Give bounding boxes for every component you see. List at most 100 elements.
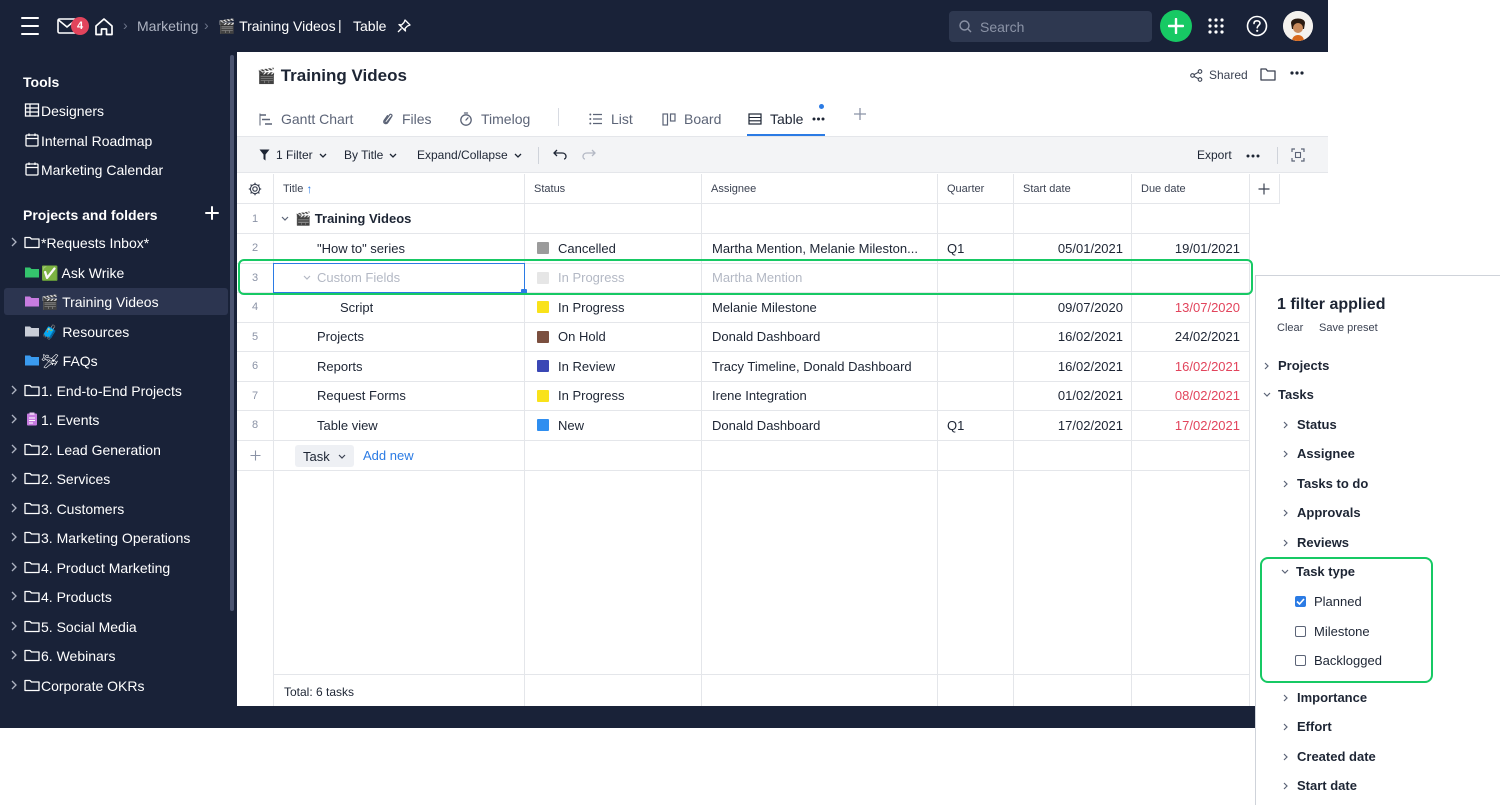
status-cell[interactable]: In Review xyxy=(537,352,615,381)
due-date-cell[interactable]: 17/02/2021 xyxy=(1131,411,1240,440)
tab-list[interactable]: List xyxy=(589,104,633,134)
filter-effort[interactable]: Effort xyxy=(1283,719,1332,734)
chevron-right-icon[interactable] xyxy=(10,503,18,513)
due-date-cell[interactable]: 24/02/2021 xyxy=(1131,322,1240,351)
chevron-right-icon[interactable] xyxy=(10,385,18,395)
start-date-cell[interactable]: 16/02/2021 xyxy=(1013,352,1123,381)
item-type-dropdown[interactable]: Task xyxy=(295,445,354,467)
filter-button[interactable]: 1 Filter xyxy=(259,148,327,162)
clear-filter-button[interactable]: Clear xyxy=(1277,322,1303,334)
filter-start-date[interactable]: Start date xyxy=(1283,778,1357,793)
quarter-cell[interactable]: Q1 xyxy=(947,411,964,440)
assignee-cell[interactable]: Donald Dashboard xyxy=(712,411,932,440)
add-project-icon[interactable] xyxy=(205,206,219,220)
table-settings-header[interactable] xyxy=(237,174,273,204)
add-button[interactable] xyxy=(1160,10,1192,42)
due-date-cell[interactable] xyxy=(1131,204,1240,233)
chevron-right-icon[interactable] xyxy=(10,237,18,247)
task-title[interactable]: Table view xyxy=(317,411,378,440)
shared-button[interactable]: Shared xyxy=(1190,68,1248,82)
tab-files[interactable]: Files xyxy=(382,104,432,134)
tab-board[interactable]: Board xyxy=(662,104,721,134)
assignee-cell[interactable] xyxy=(712,204,932,233)
sidebar-tool-designers[interactable]: Designers xyxy=(4,97,228,124)
apps-grid-icon[interactable] xyxy=(1206,16,1226,36)
chevron-right-icon[interactable] xyxy=(10,650,18,660)
sidebar-item-6-webinars[interactable]: 6. Webinars xyxy=(4,642,228,669)
breadcrumb-training-videos[interactable]: 🎬 Training Videos xyxy=(218,18,336,35)
search-box[interactable] xyxy=(949,11,1152,42)
sidebar-item-2-lead-generation[interactable]: 2. Lead Generation xyxy=(4,436,228,463)
chevron-right-icon[interactable] xyxy=(10,444,18,454)
sidebar-item-faqs[interactable]: 🛩 FAQs xyxy=(4,347,228,374)
breadcrumb-table[interactable]: Table xyxy=(353,18,386,34)
chevron-right-icon[interactable] xyxy=(10,473,18,483)
menu-icon[interactable] xyxy=(20,17,40,35)
table-row[interactable]: 8 Table view New Donald Dashboard Q1 17/02/20… xyxy=(237,411,1250,441)
sort-button[interactable]: By Title xyxy=(344,148,397,162)
add-view-icon[interactable] xyxy=(853,107,867,121)
sidebar-item-resources[interactable]: 🧳 Resources xyxy=(4,318,228,345)
chevron-right-icon[interactable] xyxy=(10,621,18,631)
start-date-cell[interactable]: 16/02/2021 xyxy=(1013,322,1123,351)
filter-created-date[interactable]: Created date xyxy=(1283,749,1376,764)
chevron-down-icon[interactable] xyxy=(281,216,289,221)
start-date-cell[interactable]: 17/02/2021 xyxy=(1013,411,1123,440)
chevron-right-icon[interactable] xyxy=(10,591,18,601)
start-date-cell[interactable]: 09/07/2020 xyxy=(1013,293,1123,322)
sidebar-tool-marketing-calendar[interactable]: Marketing Calendar xyxy=(4,156,228,183)
page-title[interactable]: Training Videos xyxy=(281,66,407,86)
undo-icon[interactable] xyxy=(553,149,567,160)
export-button[interactable]: Export xyxy=(1197,148,1232,162)
start-date-cell[interactable]: 01/02/2021 xyxy=(1013,381,1123,410)
more-options-icon[interactable] xyxy=(1290,71,1304,75)
assignee-cell[interactable]: Irene Integration xyxy=(712,381,932,410)
redo-icon[interactable] xyxy=(582,149,596,160)
fullscreen-icon[interactable] xyxy=(1291,148,1305,162)
sidebar-item-training-videos[interactable]: 🎬 Training Videos xyxy=(4,288,228,315)
filter-assignee[interactable]: Assignee xyxy=(1283,446,1355,461)
filter-importance[interactable]: Importance xyxy=(1283,690,1367,705)
search-input[interactable] xyxy=(980,18,1140,35)
sidebar-item-corporate-okrs[interactable]: Corporate OKRs xyxy=(4,672,228,699)
sidebar-item-1-end-to-end-projects[interactable]: 1. End-to-End Projects xyxy=(4,377,228,404)
column-header-due-date[interactable]: Due date xyxy=(1131,174,1249,204)
table-row[interactable]: 6 Reports In Review Tracy Timeline, Donald … xyxy=(237,352,1250,382)
task-title[interactable]: Reports xyxy=(317,352,363,381)
save-preset-button[interactable]: Save preset xyxy=(1319,322,1378,334)
pin-icon[interactable] xyxy=(396,18,412,34)
status-cell[interactable]: On Hold xyxy=(537,322,606,351)
filter-status[interactable]: Status xyxy=(1283,417,1337,432)
chevron-right-icon[interactable] xyxy=(10,532,18,542)
task-title[interactable]: 🎬 Training Videos xyxy=(295,204,411,233)
chevron-right-icon[interactable] xyxy=(10,562,18,572)
chevron-right-icon[interactable] xyxy=(10,680,18,690)
add-row-icon[interactable] xyxy=(237,441,273,470)
sidebar-item-ask-wrike[interactable]: ✅ Ask Wrike xyxy=(4,259,228,286)
sidebar-item-2-services[interactable]: 2. Services xyxy=(4,465,228,492)
add-column-header[interactable] xyxy=(1249,174,1279,204)
assignee-cell[interactable]: Melanie Milestone xyxy=(712,293,932,322)
expand-collapse-button[interactable]: Expand/Collapse xyxy=(417,148,522,162)
tab-more-icon[interactable] xyxy=(812,117,825,121)
filter-section-projects[interactable]: Projects xyxy=(1264,358,1329,373)
filter-section-tasks[interactable]: Tasks xyxy=(1263,387,1314,402)
sidebar-item-4-product-marketing[interactable]: 4. Product Marketing xyxy=(4,554,228,581)
status-cell[interactable]: New xyxy=(537,411,584,440)
sidebar-item-requests-inbox[interactable]: *Requests Inbox* xyxy=(4,229,228,256)
chevron-right-icon[interactable] xyxy=(10,414,18,424)
assignee-cell[interactable]: Donald Dashboard xyxy=(712,322,932,351)
home-icon[interactable] xyxy=(93,15,115,37)
start-date-cell[interactable] xyxy=(1013,204,1123,233)
task-title[interactable]: Request Forms xyxy=(317,381,406,410)
table-row[interactable]: 1 🎬 Training Videos xyxy=(237,204,1250,234)
filter-reviews[interactable]: Reviews xyxy=(1283,535,1349,550)
table-row[interactable]: 7 Request Forms In Progress Irene Integrati… xyxy=(237,381,1250,411)
filter-approvals[interactable]: Approvals xyxy=(1283,505,1361,520)
sidebar-item-5-social-media[interactable]: 5. Social Media xyxy=(4,613,228,640)
sidebar-item-4-products[interactable]: 4. Products xyxy=(4,583,228,610)
sidebar-item-3-customers[interactable]: 3. Customers xyxy=(4,495,228,522)
more-options-icon[interactable] xyxy=(1246,154,1260,158)
sidebar-scrollbar[interactable] xyxy=(230,55,234,611)
table-row[interactable]: 5 Projects On Hold Donald Dashboard 16/02/20… xyxy=(237,322,1250,352)
